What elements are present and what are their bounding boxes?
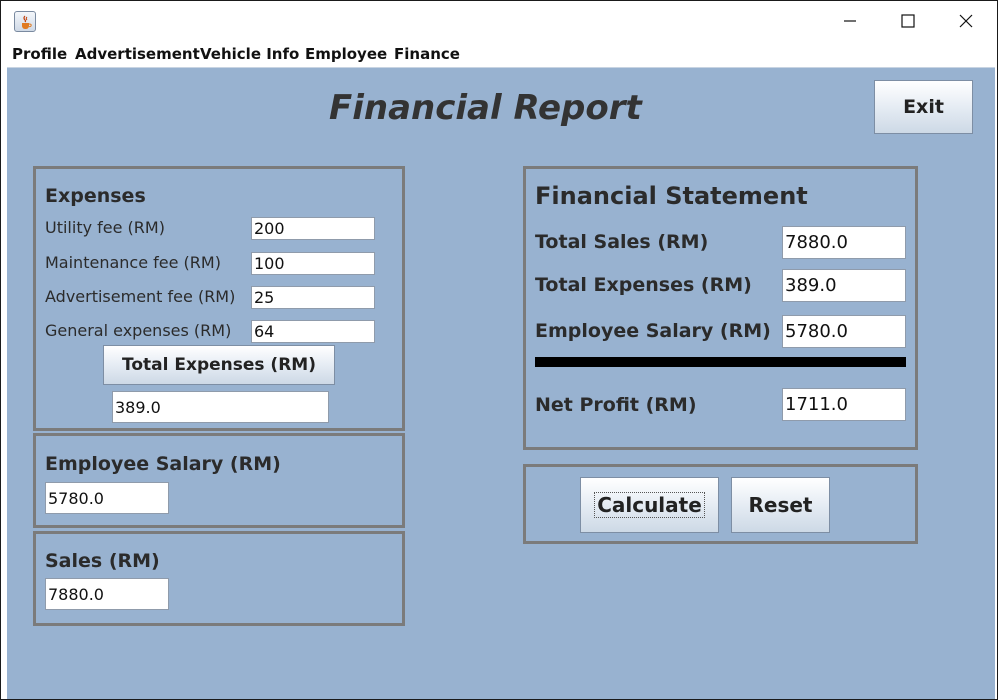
general-expenses-label: General expenses (RM) [45,321,232,340]
employee-salary-field[interactable]: 5780.0 [45,482,169,514]
close-icon [959,14,973,28]
advertisement-fee-label: Advertisement fee (RM) [45,287,236,306]
net-profit-field[interactable]: 1711.0 [782,388,906,421]
advertisement-fee-field[interactable]: 25 [251,286,375,309]
menu-vehicle-info[interactable]: Vehicle Info [200,45,299,63]
total-sales-field[interactable]: 7880.0 [782,226,906,259]
actions-panel: Calculate Reset [523,464,918,544]
menu-finance[interactable]: Finance [394,45,460,63]
close-button[interactable] [937,1,995,42]
employee-salary-heading: Employee Salary (RM) [45,453,281,475]
page-title: Financial Report [329,88,642,128]
expenses-heading: Expenses [45,185,146,207]
reset-button[interactable]: Reset [731,477,830,533]
main-content: Financial Report Exit Expenses Utility f… [7,67,995,699]
total-expenses-statement-label: Total Expenses (RM) [535,274,752,296]
java-cup-icon [14,11,36,32]
menu-profile[interactable]: Profile [12,45,67,63]
maximize-button[interactable] [879,1,937,42]
financial-statement-heading: Financial Statement [535,182,808,210]
exit-button[interactable]: Exit [874,80,973,134]
menu-employee[interactable]: Employee [305,45,387,63]
maintenance-fee-label: Maintenance fee (RM) [45,253,221,272]
title-bar [1,1,997,42]
utility-fee-label: Utility fee (RM) [45,218,165,237]
app-window: Profile Advertisement Vehicle Info Emplo… [0,0,998,700]
general-expenses-field[interactable]: 64 [251,320,375,343]
total-expenses-button[interactable]: Total Expenses (RM) [103,345,335,385]
sales-heading: Sales (RM) [45,550,160,572]
maintenance-fee-field[interactable]: 100 [251,252,375,275]
calculate-button-label: Calculate [594,492,705,518]
sales-panel: Sales (RM) 7880.0 [33,531,405,626]
total-divider [535,357,906,367]
calculate-button[interactable]: Calculate [580,477,719,533]
expenses-panel: Expenses Utility fee (RM) 200 Maintenanc… [33,166,405,431]
utility-fee-field[interactable]: 200 [251,217,375,240]
employee-salary-statement-label: Employee Salary (RM) [535,320,771,342]
menu-advertisement[interactable]: Advertisement [75,45,200,63]
employee-salary-panel: Employee Salary (RM) 5780.0 [33,433,405,528]
maximize-icon [901,14,915,28]
minimize-icon [844,20,856,22]
menu-bar: Profile Advertisement Vehicle Info Emplo… [1,42,997,66]
total-expenses-field[interactable]: 389.0 [112,391,329,423]
sales-field[interactable]: 7880.0 [45,578,169,610]
total-expenses-statement-field[interactable]: 389.0 [782,269,906,302]
total-sales-label: Total Sales (RM) [535,231,709,253]
net-profit-label: Net Profit (RM) [535,394,697,416]
minimize-button[interactable] [821,1,879,42]
financial-statement-panel: Financial Statement Total Sales (RM) 788… [523,166,918,450]
employee-salary-statement-field[interactable]: 5780.0 [782,315,906,348]
